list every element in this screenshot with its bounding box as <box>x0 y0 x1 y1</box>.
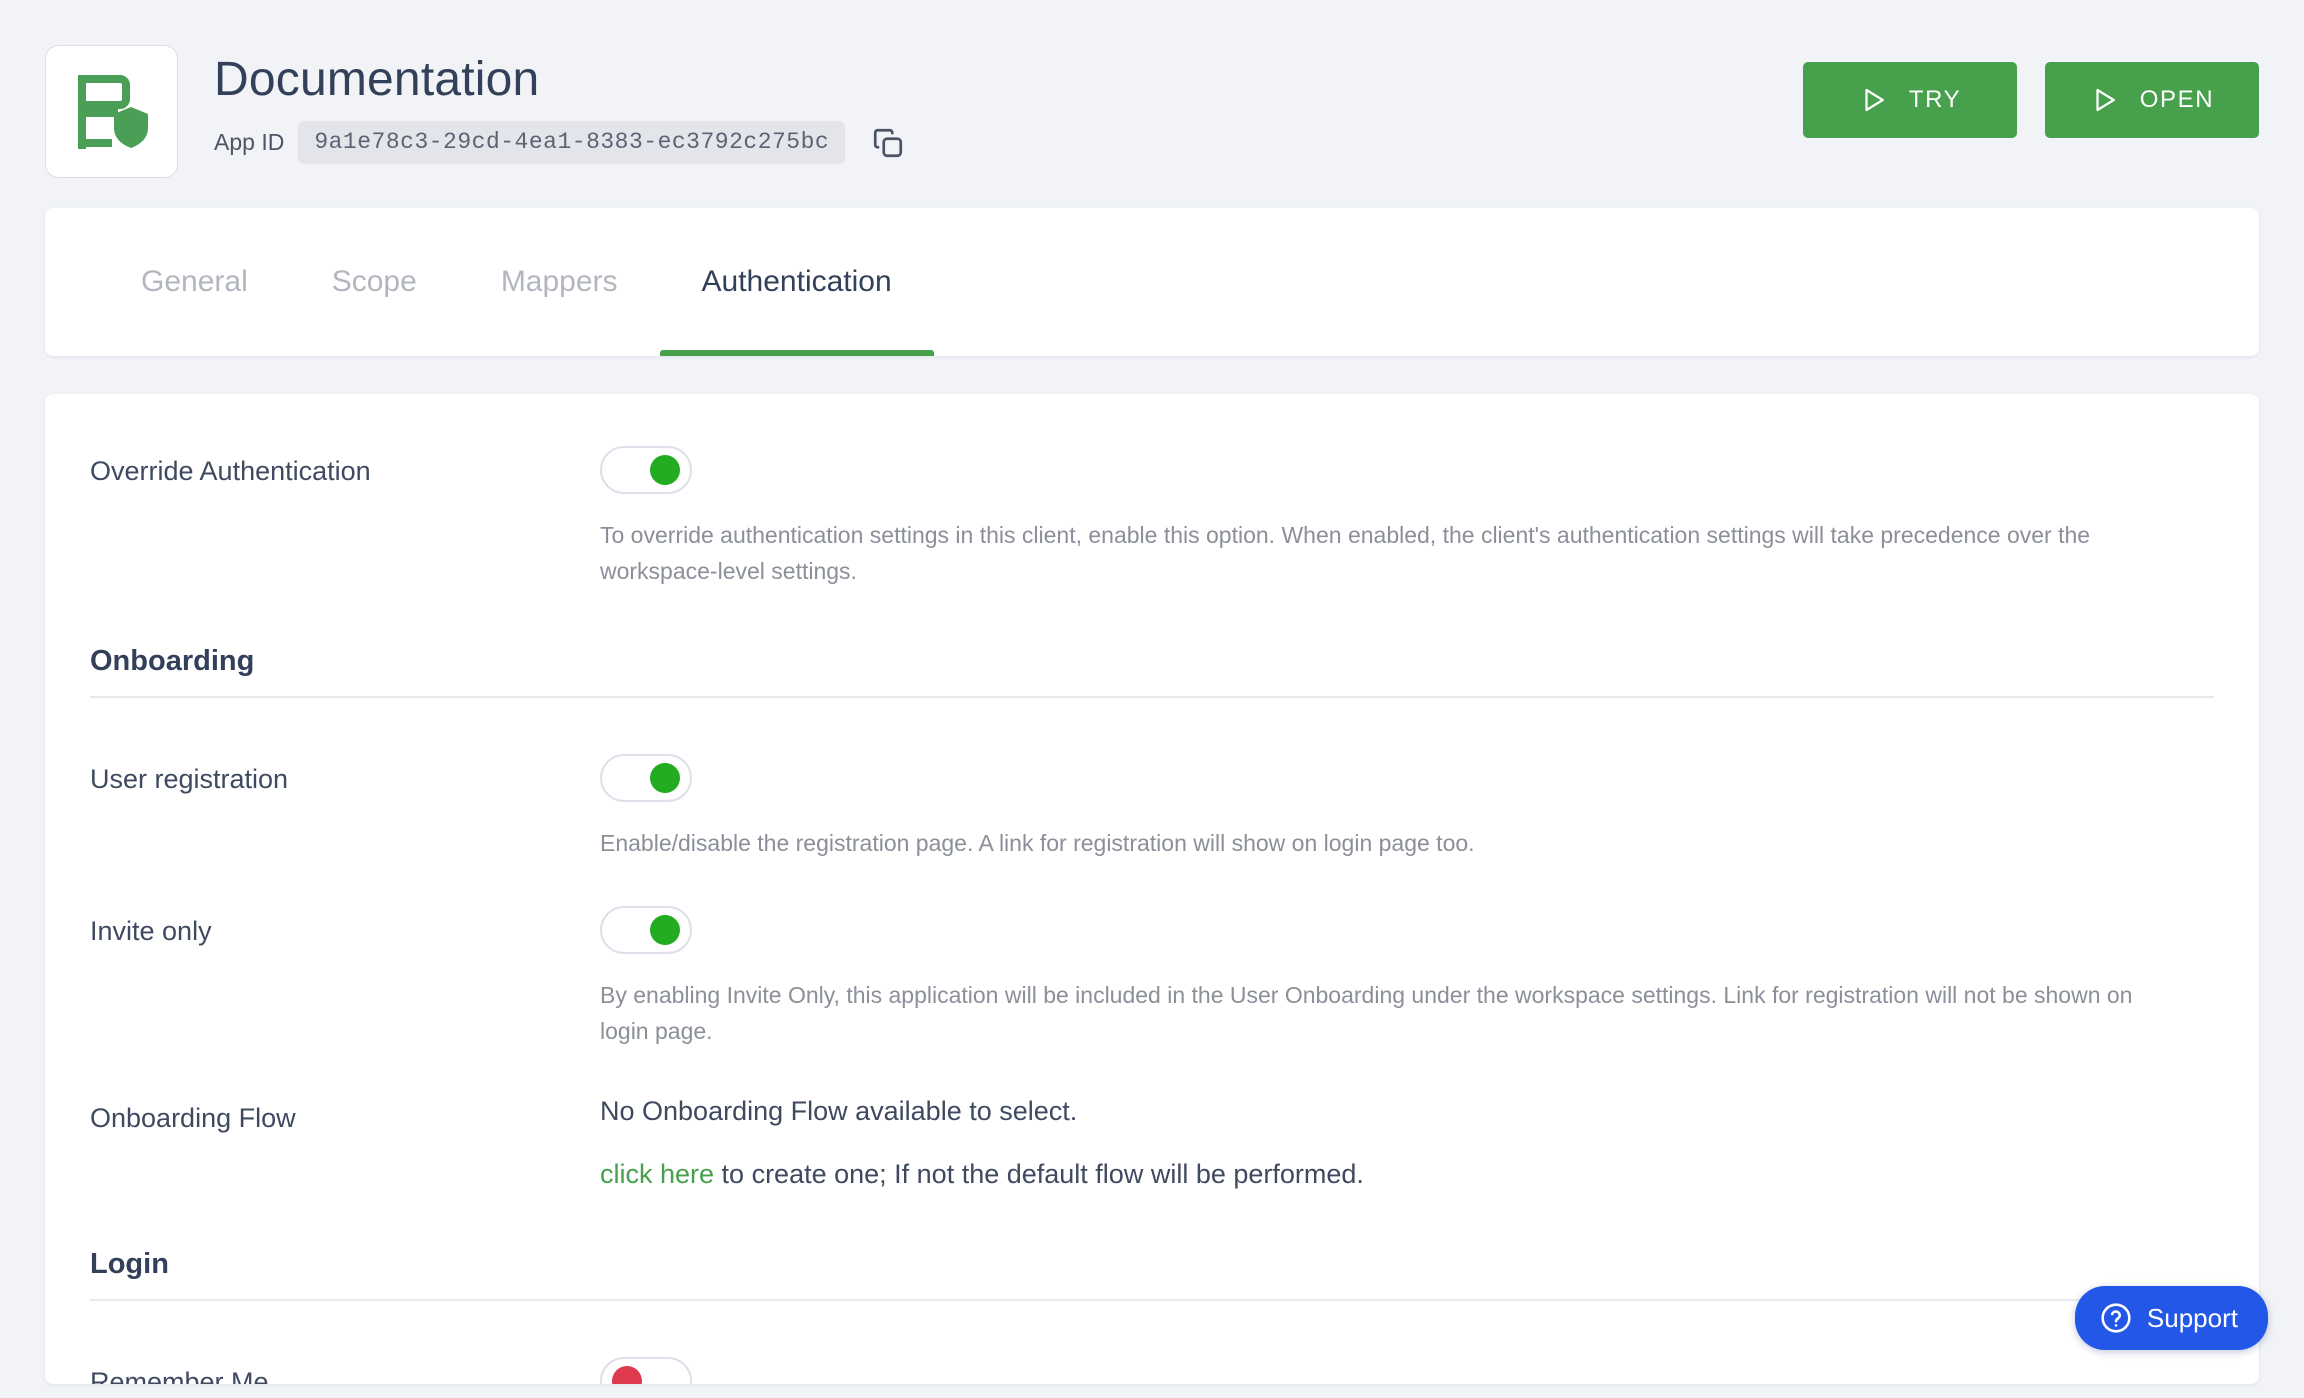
onboarding-flow-create-line: click here to create one; If not the def… <box>600 1156 2214 1192</box>
support-button-label: Support <box>2146 1302 2238 1333</box>
setting-row-onboarding-flow: Onboarding Flow No Onboarding Flow avail… <box>90 1093 2214 1192</box>
tab-bar: General Scope Mappers Authentication <box>45 208 2259 356</box>
copy-icon <box>871 128 905 163</box>
invite-only-toggle[interactable] <box>600 905 692 954</box>
header-actions: TRY OPEN <box>1803 40 2259 138</box>
app-logo <box>45 45 178 178</box>
override-authentication-label: Override Authentication <box>90 456 371 486</box>
play-icon <box>2090 85 2120 115</box>
user-registration-description: Enable/disable the registration page. A … <box>600 830 1475 857</box>
app-id-value: 9a1e78c3-29cd-4ea1-8383-ec3792c275bc <box>298 121 846 165</box>
copy-app-id-button[interactable] <box>867 122 909 164</box>
invite-only-control: By enabling Invite Only, this applicatio… <box>600 905 2214 1049</box>
onboarding-flow-label: Onboarding Flow <box>90 1103 296 1134</box>
tab-scope[interactable]: Scope <box>290 208 459 356</box>
settings-panel: Override Authentication To override auth… <box>45 394 2259 1384</box>
try-button-label: TRY <box>1908 86 1962 113</box>
user-registration-control: Enable/disable the registration page. A … <box>600 754 2214 862</box>
toggle-knob <box>650 763 680 794</box>
user-registration-toggle[interactable] <box>600 754 692 803</box>
onboarding-flow-control: No Onboarding Flow available to select. … <box>600 1093 2214 1192</box>
setting-row-user-registration: User registration Enable/disable the reg… <box>90 754 2214 862</box>
play-icon <box>1859 85 1889 115</box>
section-heading-onboarding: Onboarding <box>90 645 255 678</box>
tab-authentication[interactable]: Authentication <box>659 208 934 356</box>
page-header: Documentation App ID 9a1e78c3-29cd-4ea1-… <box>0 0 2304 200</box>
app-id-row: App ID 9a1e78c3-29cd-4ea1-8383-ec3792c27… <box>214 121 1803 165</box>
section-heading-login: Login <box>90 1248 169 1281</box>
page-title: Documentation <box>214 53 540 106</box>
create-onboarding-flow-link[interactable]: click here <box>600 1159 714 1189</box>
support-button[interactable]: Support <box>2074 1286 2268 1350</box>
onboarding-flow-link-suffix: to create one; If not the default flow w… <box>714 1158 1364 1189</box>
remember-me-label: Remember Me <box>90 1367 269 1384</box>
invite-only-description: By enabling Invite Only, this applicatio… <box>600 981 2133 1044</box>
override-authentication-description: To override authentication settings in t… <box>600 522 2091 584</box>
remember-me-toggle[interactable] <box>600 1357 692 1384</box>
document-shield-icon <box>74 73 150 151</box>
override-authentication-control: To override authentication settings in t… <box>600 446 2214 589</box>
remember-me-control: Show checkbox on login page to allow use… <box>600 1357 2214 1384</box>
tab-general[interactable]: General <box>93 208 290 356</box>
open-button-label: OPEN <box>2139 86 2215 113</box>
setting-row-remember-me: Remember Me Show checkbox on login page … <box>90 1357 2214 1384</box>
onboarding-flow-empty-text: No Onboarding Flow available to select. <box>600 1096 1078 1127</box>
toggle-knob <box>612 1366 642 1384</box>
app-id-label: App ID <box>214 129 285 156</box>
user-registration-label: User registration <box>90 764 289 795</box>
question-circle-icon <box>2099 1301 2133 1335</box>
tab-mappers[interactable]: Mappers <box>459 208 660 356</box>
header-text-block: Documentation App ID 9a1e78c3-29cd-4ea1-… <box>214 40 1803 165</box>
try-button[interactable]: TRY <box>1803 62 2017 138</box>
toggle-knob <box>650 455 680 485</box>
setting-row-invite-only: Invite only By enabling Invite Only, thi… <box>90 905 2214 1049</box>
open-button[interactable]: OPEN <box>2045 62 2259 138</box>
setting-row-override-authentication: Override Authentication To override auth… <box>90 446 2214 589</box>
toggle-knob <box>650 914 680 945</box>
invite-only-label: Invite only <box>90 915 212 946</box>
override-authentication-toggle[interactable] <box>600 446 692 494</box>
